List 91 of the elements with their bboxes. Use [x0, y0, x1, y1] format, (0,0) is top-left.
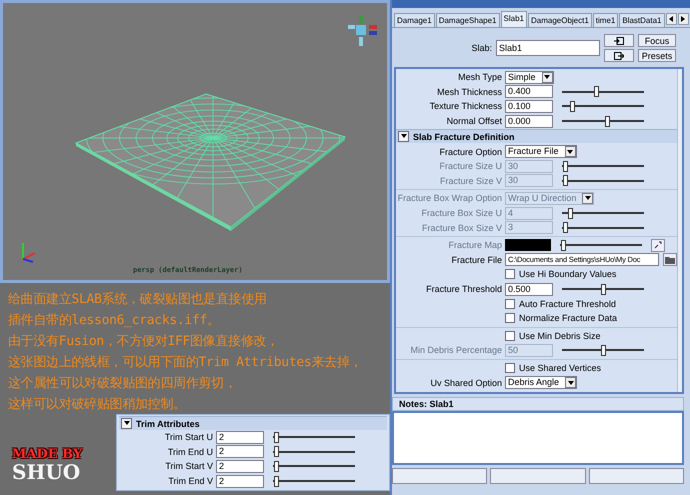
- field-label: Fracture Map: [447, 240, 502, 250]
- checkbox[interactable]: Auto Fracture Threshold: [505, 298, 616, 309]
- dropdown[interactable]: Debris Angle: [505, 376, 578, 390]
- caret-icon: [400, 133, 406, 140]
- field-label: Trim End U: [166, 446, 213, 457]
- tab[interactable]: BlastData1: [619, 13, 664, 27]
- map-swatch[interactable]: [505, 239, 551, 252]
- slider-track[interactable]: [560, 240, 642, 251]
- section-title: Trim Attributes: [136, 418, 200, 428]
- caret-icon: [124, 420, 130, 426]
- browse-button[interactable]: [663, 253, 677, 266]
- field-label: Fracture Box Size V: [420, 222, 502, 233]
- dropdown-arrow-icon: [584, 196, 591, 200]
- caption-line: 这张图边上的线框，可以用下面的Trim Attributes来去掉，: [8, 354, 364, 372]
- caption-line: 插件自带的lesson6_cracks.iff。: [8, 312, 221, 330]
- field-label: Trim End V: [167, 476, 213, 486]
- collapse-toggle[interactable]: [398, 131, 409, 142]
- node-button[interactable]: Presets: [638, 49, 676, 62]
- field-label: Fracture Option: [438, 146, 502, 157]
- dropdown[interactable]: Simple: [505, 70, 554, 84]
- field-label: Mesh Type: [457, 72, 502, 82]
- field-label: Trim Start U: [164, 432, 213, 442]
- caption-line: 这个属性可以对破裂贴图的四周作剪切，: [8, 375, 238, 393]
- slider-thumb[interactable]: [594, 86, 600, 98]
- section-title: Slab Fracture Definition: [413, 132, 515, 142]
- folder-icon: [665, 256, 675, 264]
- field-label: Slab:: [470, 43, 492, 53]
- tab[interactable]: DamageShape1: [436, 13, 500, 27]
- field-label: Normal Offset: [446, 116, 502, 126]
- slider-thumb[interactable]: [274, 432, 280, 443]
- view-cube-icon[interactable]: [348, 15, 377, 46]
- number-field[interactable]: 0.100: [505, 100, 553, 113]
- number-field[interactable]: 0.400: [505, 85, 553, 98]
- collapse-toggle[interactable]: [121, 418, 132, 429]
- checkbox[interactable]: Use Hi Boundary Values: [505, 269, 616, 280]
- input-connection-button[interactable]: [604, 34, 634, 47]
- number-field[interactable]: 2: [216, 474, 264, 488]
- checkbox[interactable]: Use Shared Vertices: [505, 362, 602, 373]
- signature-text: SHUO: [12, 462, 82, 482]
- slider-thumb[interactable]: [274, 460, 280, 472]
- number-field[interactable]: 2: [216, 460, 264, 473]
- bottom-button[interactable]: [588, 468, 684, 484]
- field-label: Trim Start V: [164, 461, 213, 472]
- map-button[interactable]: [651, 238, 665, 252]
- number-field[interactable]: 2: [216, 430, 264, 444]
- arrow-into-box-icon: [614, 36, 624, 44]
- field-label: Texture Thickness: [428, 101, 502, 112]
- number-field[interactable]: 0.500: [505, 282, 553, 296]
- caption-line: 由于没有Fusion，不方便对IFF图像直接修改，: [8, 333, 280, 351]
- field-label: Min Debris Percentage: [409, 345, 502, 356]
- caption-line: 这样可以对破碎贴图稍加控制。: [8, 396, 187, 414]
- signature-text: MADE BY: [12, 448, 82, 462]
- field-label: Fracture Box Size U: [420, 208, 502, 218]
- slider-thumb[interactable]: [570, 100, 575, 112]
- number-field[interactable]: 0.000: [505, 114, 553, 128]
- arrow-icon: [654, 241, 662, 250]
- axis-indicator-icon: [22, 243, 36, 263]
- checkbox[interactable]: Use Min Debris Size: [505, 330, 601, 341]
- tab[interactable]: time1: [592, 13, 618, 27]
- slider-thumb[interactable]: [274, 476, 280, 487]
- notes-title: Notes: Slab1: [392, 397, 684, 411]
- slider-thumb[interactable]: [605, 116, 610, 127]
- caption-line: 给曲面建立SLAB系统，破裂贴图也是直接使用: [8, 291, 268, 309]
- field-label: Mesh Thickness: [436, 86, 502, 97]
- checkbox[interactable]: Normalize Fracture Data: [505, 313, 618, 324]
- field-label: Uv Shared Option: [429, 378, 502, 388]
- tab[interactable]: Damage1: [394, 13, 435, 27]
- scroll-right-icon[interactable]: [678, 13, 688, 25]
- number-field[interactable]: 2: [216, 445, 264, 458]
- dropdown-arrow-icon: [567, 150, 574, 154]
- field-label: Fracture Threshold: [425, 284, 502, 294]
- scroll-left-icon[interactable]: [666, 13, 676, 25]
- bottom-button[interactable]: [392, 468, 488, 484]
- node-name-field[interactable]: Slab1: [496, 40, 600, 56]
- arrow-out-of-box-icon: [614, 52, 624, 60]
- slider-thumb[interactable]: [601, 284, 606, 295]
- dropdown-arrow-icon: [568, 380, 574, 385]
- slider-thumb[interactable]: [274, 446, 280, 458]
- scrollbar[interactable]: [677, 69, 682, 392]
- dropdown-arrow-icon: [544, 75, 550, 80]
- field-label: Fracture Size V: [438, 176, 502, 186]
- output-connection-button[interactable]: [604, 49, 634, 62]
- notes-field[interactable]: [392, 411, 684, 465]
- dropdown[interactable]: Fracture File: [505, 145, 577, 158]
- node-button[interactable]: Focus: [638, 34, 676, 47]
- field-label: Fracture Box Wrap Option: [396, 193, 502, 204]
- tab[interactable]: Slab1: [500, 11, 527, 27]
- field-label: Fracture File: [450, 254, 502, 265]
- field-label: Fracture Size U: [438, 161, 502, 172]
- tab[interactable]: DamageObject1: [528, 13, 592, 27]
- bottom-button[interactable]: [490, 468, 586, 484]
